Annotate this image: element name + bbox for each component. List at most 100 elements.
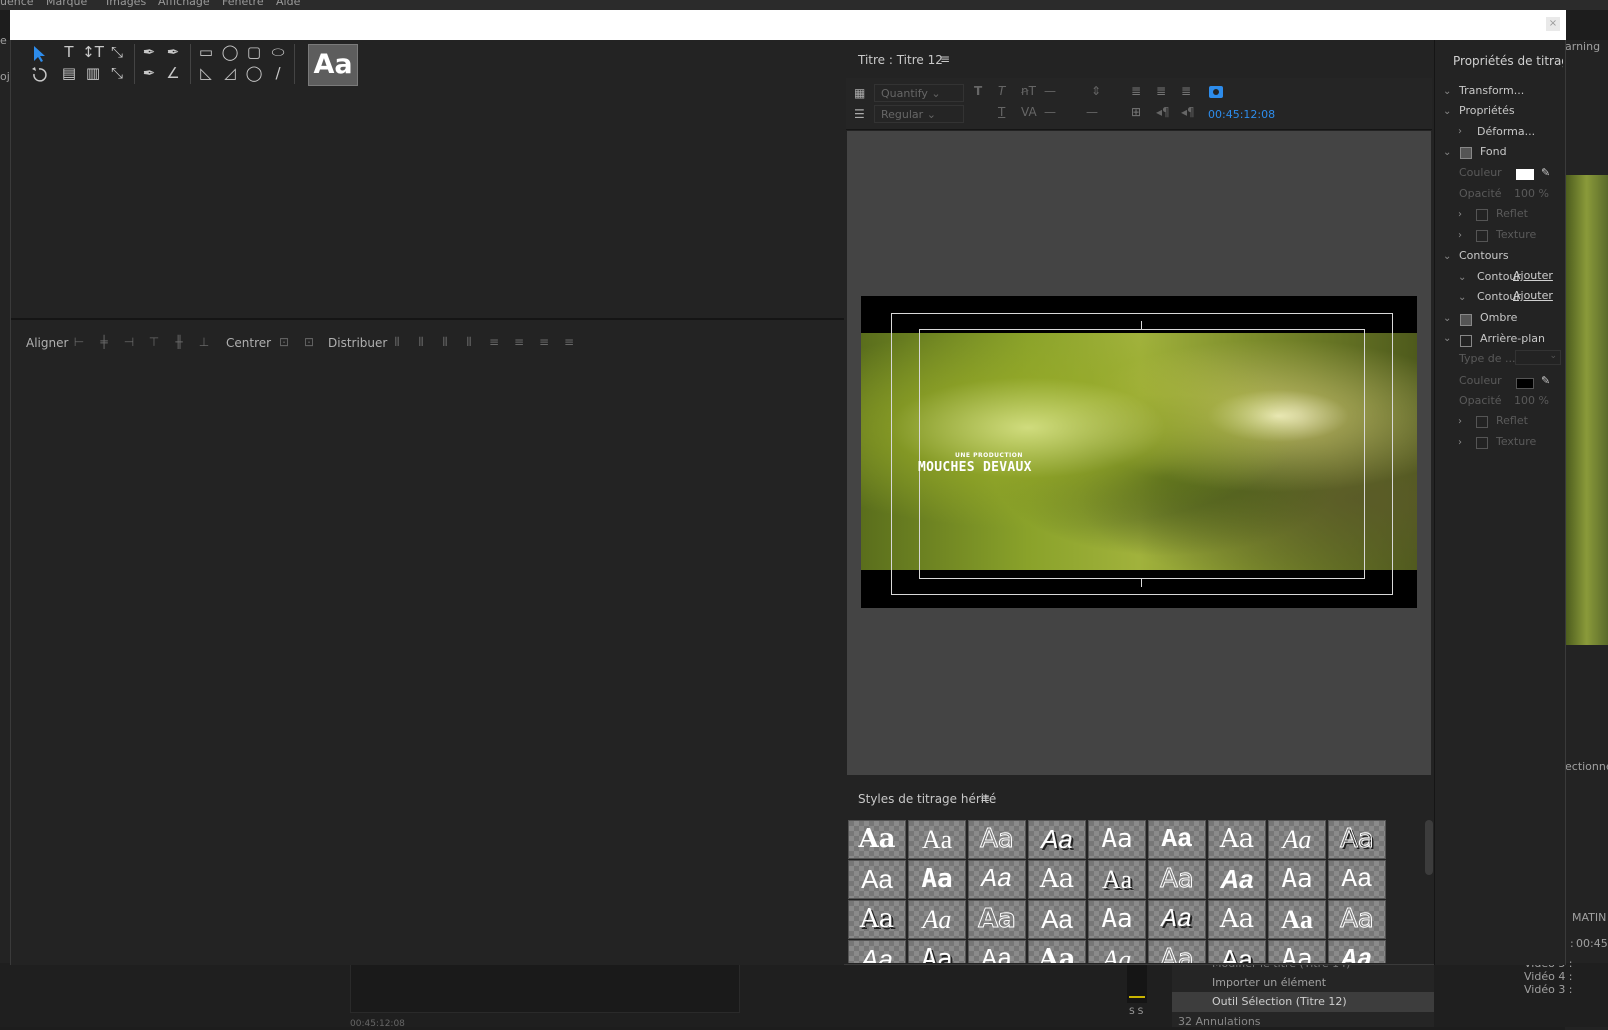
kerning-value[interactable]: — [1044,105,1056,119]
styles-panel-menu-icon[interactable]: ≡ [980,791,990,805]
chevron-down-icon[interactable]: ⌄ [1443,251,1451,262]
section-strokes[interactable]: Contours [1459,249,1509,262]
distribute-bottom-icon[interactable]: ≡ [535,333,553,351]
type-tool-icon[interactable]: T [57,42,81,63]
background-color-swatch[interactable] [1516,378,1534,389]
bold-icon[interactable]: T [974,84,982,98]
chevron-right-icon[interactable]: › [1458,209,1462,220]
style-swatch[interactable]: Aa [1088,820,1146,859]
bg-menu-item[interactable]: uence [0,0,34,8]
style-swatch[interactable]: Aa [968,900,1026,939]
chevron-down-icon[interactable]: ⌄ [1458,272,1466,283]
area-type-icon[interactable]: ▤ [57,63,81,84]
font-style-select[interactable]: Regular ⌄ [874,105,964,123]
rotate-icon[interactable] [31,66,47,84]
style-swatch[interactable]: Aa [1148,820,1206,859]
eyedropper-icon[interactable]: ✎ [1541,374,1550,387]
background-checkbox[interactable] [1460,335,1472,347]
show-background-video-icon[interactable] [1208,85,1224,99]
distribute-h-spacing-icon[interactable]: ⫴ [460,333,478,351]
style-swatch[interactable]: Aa [1268,940,1326,963]
dialog-title-bar[interactable] [10,10,1566,40]
section-properties[interactable]: Propriétés [1459,104,1515,117]
chevron-down-icon[interactable]: ⌄ [1443,313,1451,324]
style-swatch[interactable]: Aa [1208,940,1266,963]
title-text-main[interactable]: MOUCHES DEVAUX [918,460,1032,475]
section-shadow[interactable]: Ombre [1480,311,1517,324]
selection-arrow-icon[interactable] [31,45,47,63]
style-swatch[interactable]: Aa [968,820,1026,859]
style-swatch[interactable]: Aa [1028,900,1086,939]
chevron-right-icon[interactable]: › [1458,416,1462,427]
style-swatch[interactable]: Aa [1328,900,1386,939]
font-size-value[interactable]: — [1044,84,1056,98]
fill-opacity-value[interactable]: 100 % [1514,187,1549,200]
center-horizontal-icon[interactable]: ⊡ [275,333,293,351]
leading-value[interactable]: — [1086,105,1098,119]
roll-crawl-icon[interactable]: ◂¶ [1156,105,1170,119]
rounded-corner-rect-icon[interactable]: ⬭ [266,42,290,63]
rectangle-tool-icon[interactable]: ▭ [194,42,218,63]
styles-panel-title[interactable]: Styles de titrage hérité [858,792,996,806]
align-right-icon[interactable]: ⊣ [120,333,138,351]
chevron-down-icon[interactable]: ⌄ [1443,106,1451,117]
template-icon[interactable]: ◂¶ [1181,105,1195,119]
distribute-left-icon[interactable]: ⫴ [388,333,406,351]
style-swatch[interactable]: Aa [1148,860,1206,899]
panel-menu-icon[interactable]: ≡ [940,52,950,66]
section-transform[interactable]: Transform... [1459,84,1524,97]
styles-scrollbar[interactable] [1425,820,1433,875]
path-type-icon[interactable]: ⤡ [105,42,129,63]
arc-tool-icon[interactable]: ◿ [218,63,242,84]
style-swatch[interactable]: Aa [1088,860,1146,899]
style-swatch[interactable]: Aa [1208,860,1266,899]
style-swatch[interactable]: Aa [1208,820,1266,859]
history-item[interactable]: Importer un élément [1212,976,1326,989]
vertical-area-type-icon[interactable]: ▥ [81,63,105,84]
style-swatch[interactable]: Aa [908,860,966,899]
style-swatch[interactable]: Aa [968,860,1026,899]
texture-checkbox[interactable] [1476,230,1488,242]
chevron-right-icon[interactable]: › [1458,126,1462,137]
vertical-type-icon[interactable]: ↕T [81,42,105,63]
distribute-v-spacing-icon[interactable]: ≡ [560,333,578,351]
distribute-right-icon[interactable]: ⫴ [436,333,454,351]
bg-menu-item[interactable]: Images [106,0,146,8]
fill-type-select[interactable]: ⌄ [1515,350,1561,365]
panel-title[interactable]: Titre : Titre 12 [858,53,943,67]
convert-anchor-icon[interactable]: ∠ [161,63,185,84]
line-tool-icon[interactable]: / [266,63,290,84]
style-swatch[interactable]: Aa [1268,860,1326,899]
eyedropper-icon[interactable]: ✎ [1541,166,1550,179]
distribute-center-h-icon[interactable]: ⫴ [412,333,430,351]
distort-item[interactable]: Déforma... [1477,125,1535,138]
sheen-checkbox[interactable] [1476,416,1488,428]
title-text-small[interactable]: UNE PRODUCTION [955,452,1023,459]
properties-panel-title[interactable]: Propriétés de titrage [1453,54,1563,68]
style-swatch[interactable]: Aa [908,900,966,939]
style-swatch[interactable]: Aa [968,940,1026,963]
style-swatch[interactable]: Aa [848,940,906,963]
style-swatch[interactable]: Aa [1328,860,1386,899]
section-fill[interactable]: Fond [1480,145,1507,158]
kerning-icon[interactable]: VA [1021,105,1037,119]
style-swatch[interactable]: Aa [908,820,966,859]
style-swatch[interactable]: Aa [1268,820,1326,859]
bg-menu-item[interactable]: Affichage [158,0,210,8]
italic-icon[interactable]: T [998,84,1005,98]
fill-color-swatch[interactable] [1516,169,1534,180]
style-swatch[interactable]: Aa [908,940,966,963]
align-center-v-icon[interactable]: ╫ [170,333,188,351]
current-style-swatch[interactable]: Aa [308,44,358,86]
style-swatch[interactable]: Aa [1148,940,1206,963]
background-video-timecode[interactable]: 00:45:12:08 [1208,108,1275,121]
align-center-h-icon[interactable]: ╪ [95,333,113,351]
close-button[interactable]: × [1546,17,1560,31]
sheen-checkbox[interactable] [1476,209,1488,221]
rounded-rect-icon[interactable]: ◯ [218,42,242,63]
add-outer-stroke-link[interactable]: Ajouter [1513,289,1553,302]
bg-menu-item[interactable]: Fenêtre [222,0,264,8]
shadow-checkbox[interactable] [1460,314,1472,326]
align-text-right-icon[interactable]: ≣ [1181,84,1191,98]
chevron-down-icon[interactable]: ⌄ [1443,147,1451,158]
